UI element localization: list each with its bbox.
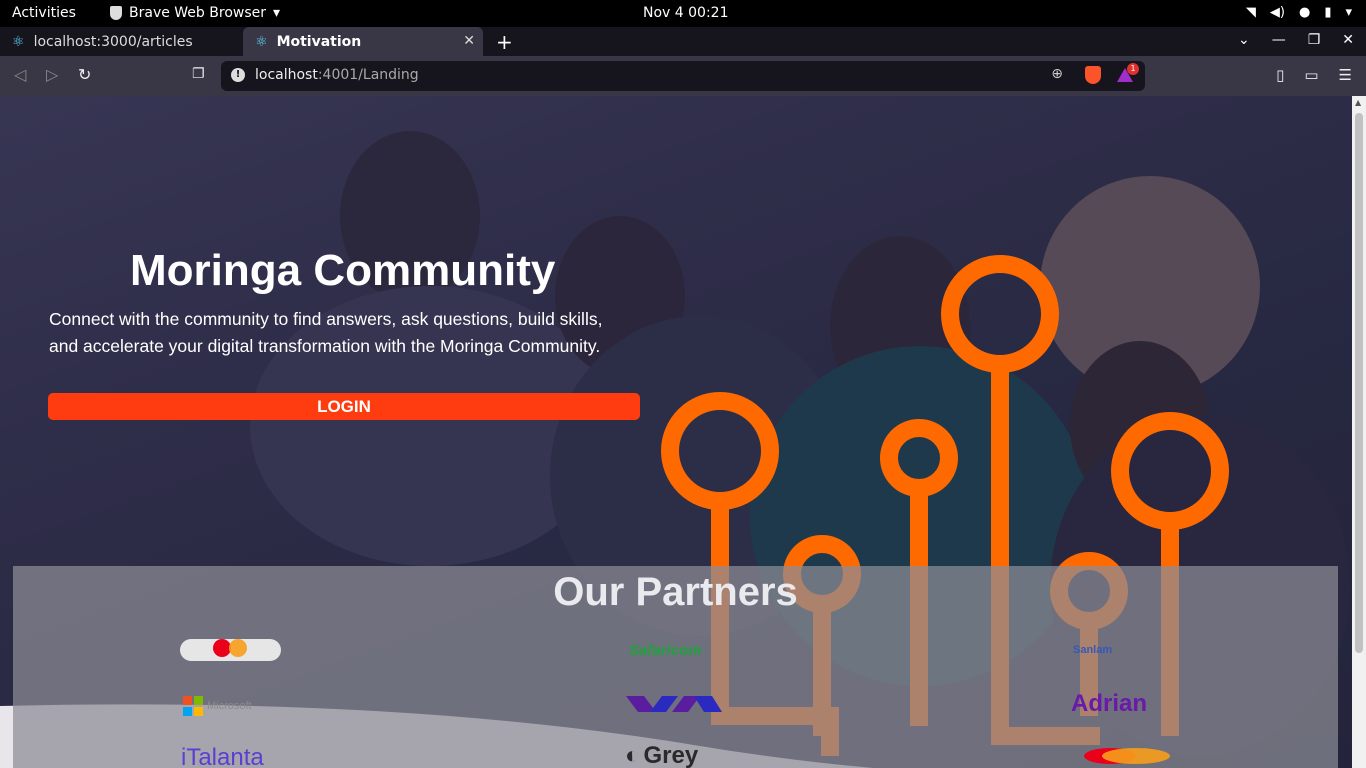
react-icon: ⚛ [12,33,25,50]
mastercard-bar [1084,748,1170,764]
microsoft-logo: Microsoft [183,696,252,716]
tab-strip: ⚛ localhost:3000/articles ⚛ Motivation ✕… [0,27,1366,56]
close-window-icon[interactable]: ✕ [1342,32,1354,48]
login-button[interactable]: LOGIN [48,393,640,420]
microphone-icon: ● [1298,5,1311,20]
mastercard-logo [180,639,281,661]
hero-title: Moringa Community [130,246,556,295]
volume-icon: ◀) [1269,5,1285,20]
url-host: localhost [255,67,318,83]
reload-icon[interactable]: ↻ [78,65,91,84]
activities-button[interactable]: Activities [12,5,76,21]
partners-title: Our Partners [553,570,798,614]
grey-label: Grey [643,742,699,768]
italanta-logo: iTalanta [181,744,264,768]
brave-shields-icon[interactable] [1085,66,1101,84]
page-scrollbar[interactable]: ▲ [1352,96,1366,768]
clock[interactable]: Nov 4 00:21 [643,5,728,21]
system-top-bar: Activities Brave Web Browser ▾ Nov 4 00:… [0,0,1366,27]
landing-page: Moringa Community Connect with the commu… [0,96,1352,768]
chevron-down-icon: ▾ [273,5,281,21]
tab-articles[interactable]: ⚛ localhost:3000/articles [0,27,240,56]
tab-title: Motivation [276,33,362,50]
partners-section: Our Partners Safaricom Sanlam Microsoft [13,566,1338,768]
new-tab-button[interactable]: + [496,30,513,54]
hero-description-line: and accelerate your digital transformati… [49,336,601,356]
wallet-icon[interactable]: ▭ [1304,66,1318,84]
maximize-icon[interactable]: ❐ [1308,32,1321,48]
sanlam-logo: Sanlam [1073,644,1113,656]
tab-motivation[interactable]: ⚛ Motivation ✕ [243,27,483,56]
minimize-icon[interactable]: — [1272,32,1286,48]
scroll-up-icon[interactable]: ▲ [1355,98,1361,107]
wave-mark [626,696,722,712]
safaricom-logo: Safaricom [629,642,702,659]
url-text[interactable]: localhost:4001/Landing [255,67,419,83]
wifi-icon: ◥ [1245,5,1256,20]
menu-icon[interactable]: ☰ [1339,66,1352,84]
back-icon[interactable]: ◁ [14,65,26,84]
site-info-icon[interactable]: ! [231,68,245,82]
chevron-down-icon: ▾ [1345,5,1352,20]
url-path: :4001/Landing [317,67,419,83]
windows-icon [183,696,203,716]
grey-mark-icon: ◐ [625,742,640,768]
react-icon: ⚛ [255,33,268,50]
app-name: Brave Web Browser [129,5,266,21]
toolbar-actions: ▯ ▭ ☰ [1276,66,1352,84]
grey-logo: ◐ Grey [625,742,698,768]
adrian-logo: Adrian [1071,690,1148,717]
hero-description: Connect with the community to find answe… [49,306,639,360]
app-menu[interactable]: Brave Web Browser ▾ [110,5,280,21]
battery-icon: ▮ [1324,5,1332,20]
mastercard-logo-2 [1070,746,1172,768]
close-tab-icon[interactable]: ✕ [463,33,475,49]
tab-title: localhost:3000/articles [33,33,193,50]
scrollbar-thumb[interactable] [1355,113,1363,653]
brave-icon [110,6,122,20]
mastercard-circles [213,639,247,657]
sidebar-icon[interactable]: ▯ [1276,66,1284,84]
rewards-badge: 1 [1127,63,1139,75]
zoom-icon[interactable]: ⊕ [1051,66,1063,82]
system-tray[interactable]: ◥ ◀) ● ▮ ▾ [1246,5,1352,20]
bookmark-icon[interactable]: ❐ [192,66,205,82]
window-controls: ⌄ — ❐ ✕ [1238,32,1354,48]
hero-description-line: Connect with the community to find answe… [49,309,603,329]
partner-logo-wave [626,692,722,721]
tab-search-icon[interactable]: ⌄ [1238,32,1250,48]
microsoft-label: Microsoft [207,700,252,712]
browser-toolbar: ◁ ▷ ↻ ❐ ! localhost:4001/Landing ⊕ 1 ▯ ▭… [0,56,1366,96]
forward-icon[interactable]: ▷ [46,65,58,84]
address-bar[interactable]: ! localhost:4001/Landing ⊕ 1 [221,61,1145,91]
